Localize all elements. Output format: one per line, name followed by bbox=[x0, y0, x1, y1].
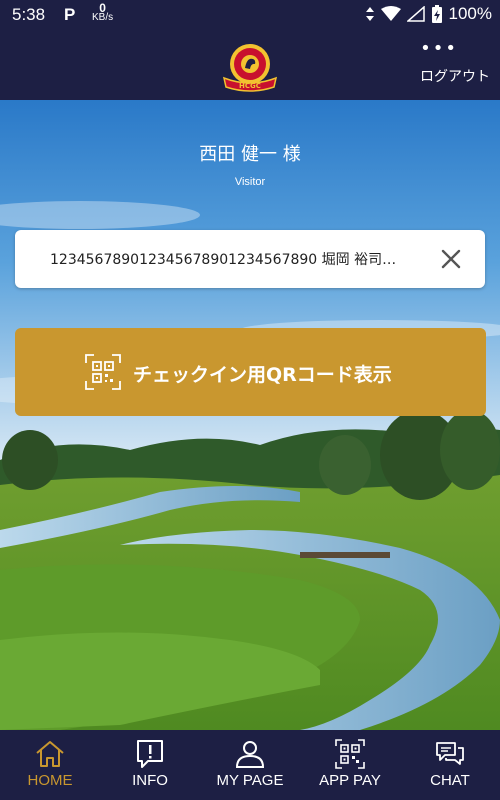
qr-code-icon bbox=[335, 739, 365, 769]
checkin-qr-button[interactable]: チェックイン用QRコード表示 bbox=[15, 328, 486, 416]
nav-item-my-page[interactable]: MY PAGE bbox=[200, 730, 300, 800]
network-speed: 0 KB/s bbox=[92, 2, 114, 23]
hokkaido-classic-golf-club-logo[interactable]: HCGC bbox=[220, 40, 280, 94]
nav-item-info-label: INFO bbox=[132, 772, 168, 789]
nav-item-chat-label: CHAT bbox=[430, 772, 470, 789]
nav-item-home-label: HOME bbox=[27, 772, 73, 789]
chat-icon bbox=[436, 742, 464, 765]
battery-percent: 100% bbox=[448, 4, 492, 23]
user-role: Visitor bbox=[234, 176, 266, 188]
nav-item-my-page-label: MY PAGE bbox=[216, 772, 284, 789]
home-icon bbox=[36, 741, 64, 767]
network-speed-unit: KB/s bbox=[92, 12, 114, 23]
status-bar: 5:38 P 0 KB/s 100% bbox=[0, 0, 500, 32]
status-time: 5:38 bbox=[12, 5, 46, 24]
logo-abbr: HCGC bbox=[239, 82, 261, 90]
wifi-icon bbox=[380, 6, 401, 21]
close-icon[interactable] bbox=[439, 247, 463, 271]
more-dots-icon[interactable]: ••• bbox=[420, 40, 458, 58]
membership-card-text: 123456789012345678901234567890 堀岡 裕司… bbox=[50, 252, 397, 268]
user-name: 西田 健一 様 bbox=[199, 144, 301, 165]
battery-icon bbox=[431, 5, 442, 23]
nav-item-info[interactable]: INFO bbox=[100, 730, 200, 800]
info-icon bbox=[137, 740, 163, 768]
status-icons: 100% bbox=[365, 4, 492, 24]
nav-item-chat[interactable]: CHAT bbox=[400, 730, 500, 800]
logout-button[interactable]: ログアウト bbox=[420, 66, 490, 86]
qr-code-icon bbox=[85, 354, 121, 390]
parking-app-icon: P bbox=[64, 5, 76, 24]
nav-item-home[interactable]: HOME bbox=[0, 730, 100, 800]
bottom-nav: HOME INFO MY PAGE APP PAY CHAT bbox=[0, 730, 500, 800]
membership-card[interactable]: 123456789012345678901234567890 堀岡 裕司… bbox=[15, 230, 485, 288]
app-header: HCGC ••• ログアウト bbox=[0, 32, 500, 100]
data-transfer-icon bbox=[365, 7, 374, 21]
signal-icon bbox=[406, 6, 425, 22]
nav-item-app-pay-label: APP PAY bbox=[319, 772, 381, 789]
checkin-qr-button-label: チェックイン用QRコード表示 bbox=[133, 364, 392, 386]
main-content: 西田 健一 様 Visitor 123456789012345678901234… bbox=[0, 100, 500, 730]
nav-item-app-pay[interactable]: APP PAY bbox=[300, 730, 400, 800]
user-icon bbox=[235, 741, 265, 768]
